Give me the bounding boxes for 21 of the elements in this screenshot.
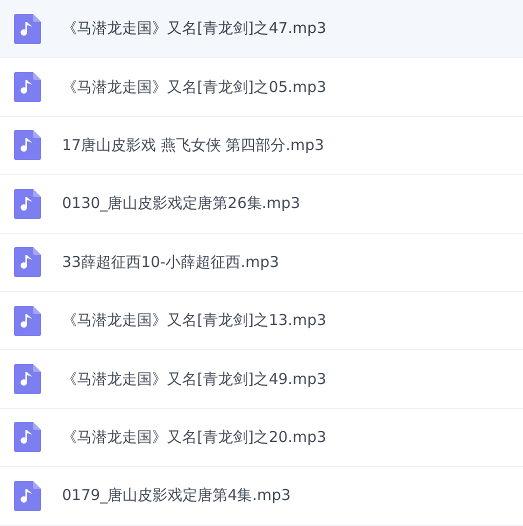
music-file-icon [14, 364, 41, 394]
file-name: 《马潜龙走国》又名[青龙剑]之13.mp3 [62, 311, 326, 330]
file-row[interactable]: 《马潜龙走国》又名[青龙剑]之47.mp3 [0, 0, 523, 58]
music-file-icon [14, 188, 41, 219]
file-row[interactable]: 33薛超征西10-小薛超征西.mp3 [0, 234, 523, 292]
file-name: 0130_唐山皮影戏定唐第26集.mp3 [62, 194, 300, 214]
file-name: 33薛超征西10-小薛超征西.mp3 [62, 252, 280, 272]
music-file-icon [14, 422, 41, 452]
file-row[interactable]: 《马潜龙走国》又名[青龙剑]之20.mp3 [0, 408, 523, 468]
file-name: 《马潜龙走国》又名[青龙剑]之20.mp3 [62, 428, 326, 447]
file-name: 17唐山皮影戏 燕飞女侠 第四部分.mp3 [62, 136, 324, 155]
music-file-icon [14, 247, 41, 278]
file-name: 《马潜龙走国》又名[青龙剑]之47.mp3 [62, 19, 326, 38]
music-file-icon [14, 130, 41, 160]
music-file-icon [14, 72, 41, 102]
music-file-icon [14, 306, 41, 336]
file-name: 《马潜龙走国》又名[青龙剑]之05.mp3 [62, 78, 326, 97]
file-name: 《马潜龙走国》又名[青龙剑]之49.mp3 [62, 370, 326, 389]
music-file-icon [14, 14, 41, 44]
file-name: 0179_唐山皮影戏定唐第4集.mp3 [62, 486, 291, 506]
music-file-icon [14, 480, 41, 511]
